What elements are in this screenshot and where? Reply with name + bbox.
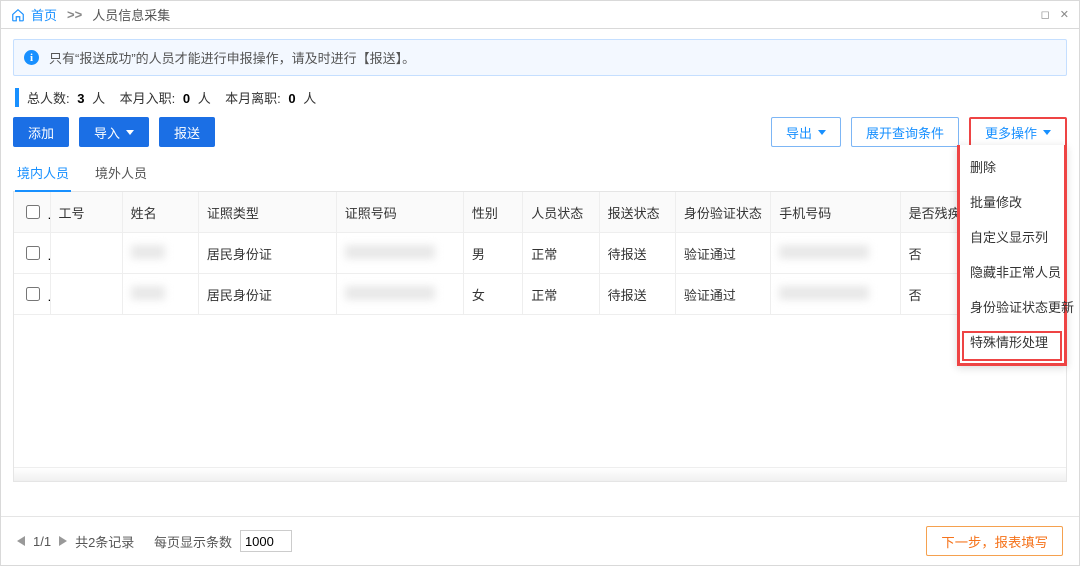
cell-verify: 验证通过 — [675, 233, 770, 274]
menu-custom-columns[interactable]: 自定义显示列 — [960, 219, 1064, 254]
cell-idtype: 居民身份证 — [198, 233, 336, 274]
stats-join-label: 本月入职: — [120, 91, 176, 106]
export-button-label: 导出 — [786, 123, 812, 142]
col-name: 姓名 — [122, 192, 198, 233]
menu-special-case[interactable]: 特殊情形处理 — [960, 324, 1064, 359]
table-row[interactable]: 居民身份证 男 正常 待报送 验证通过 否 否 — [14, 233, 1066, 274]
stats-leave-unit: 人 — [303, 91, 316, 106]
col-status: 人员状态 — [523, 192, 599, 233]
cell-phone — [771, 274, 900, 315]
col-verify: 身份验证状态 — [675, 192, 770, 233]
row-checkbox[interactable] — [26, 287, 40, 301]
info-banner-text: 只有“报送成功”的人员才能进行申报操作，请及时进行【报送】。 — [49, 48, 415, 67]
chevron-down-icon — [818, 130, 826, 135]
stats-total-unit: 人 — [92, 91, 105, 106]
cell-name — [122, 274, 198, 315]
window-min-icon[interactable]: ◻ — [1041, 8, 1050, 21]
col-sex: 性别 — [463, 192, 522, 233]
col-idtype: 证照类型 — [198, 192, 336, 233]
info-icon: i — [24, 50, 39, 65]
tab-foreign[interactable]: 境外人员 — [93, 155, 149, 191]
breadcrumb-home[interactable]: 首页 — [31, 5, 57, 24]
stats-leave-label: 本月离职: — [225, 91, 281, 106]
cell-idno — [336, 274, 463, 315]
page-size-input[interactable] — [240, 530, 292, 552]
people-table: 工号 姓名 证照类型 证照号码 性别 人员状态 报送状态 身份验证状态 手机号码… — [14, 192, 1066, 315]
pager-records: 共2条记录 — [75, 532, 134, 551]
stats-total-value: 3 — [77, 91, 84, 106]
cell-idno — [336, 233, 463, 274]
export-button[interactable]: 导出 — [771, 117, 841, 147]
home-icon — [11, 8, 25, 22]
cell-status: 正常 — [523, 233, 599, 274]
breadcrumb-sep: >> — [67, 7, 82, 22]
cell-send: 待报送 — [599, 233, 675, 274]
breadcrumb-current: 人员信息采集 — [92, 5, 170, 24]
menu-hide-abnormal[interactable]: 隐藏非正常人员 — [960, 254, 1064, 289]
col-phone: 手机号码 — [771, 192, 900, 233]
pager: 1/1 共2条记录 每页显示条数 — [17, 530, 292, 552]
send-button[interactable]: 报送 — [159, 117, 215, 147]
stats-join-unit: 人 — [198, 91, 211, 106]
add-button[interactable]: 添加 — [13, 117, 69, 147]
info-banner: i 只有“报送成功”的人员才能进行申报操作，请及时进行【报送】。 — [13, 39, 1067, 76]
col-send: 报送状态 — [599, 192, 675, 233]
more-actions-label: 更多操作 — [985, 123, 1037, 142]
more-actions-button[interactable]: 更多操作 — [969, 117, 1067, 147]
col-idno: 证照号码 — [336, 192, 463, 233]
chevron-down-icon — [1043, 130, 1051, 135]
row-checkbox[interactable] — [26, 246, 40, 260]
cell-send: 待报送 — [599, 274, 675, 315]
stats-total-label: 总人数: — [27, 91, 70, 106]
cell-empno — [50, 274, 122, 315]
pager-next-icon[interactable] — [59, 536, 67, 546]
breadcrumb-bar: 首页 >> 人员信息采集 ◻ ✕ — [1, 1, 1079, 29]
table-wrap: 工号 姓名 证照类型 证照号码 性别 人员状态 报送状态 身份验证状态 手机号码… — [13, 192, 1067, 482]
checkbox-all[interactable] — [26, 205, 40, 219]
pager-page: 1/1 — [33, 534, 51, 549]
menu-batch-edit[interactable]: 批量修改 — [960, 184, 1064, 219]
stats-line: 总人数: 3 人 本月入职: 0 人 本月离职: 0 人 — [15, 88, 1067, 107]
cell-name — [122, 233, 198, 274]
menu-delete[interactable]: 删除 — [960, 149, 1064, 184]
import-button[interactable]: 导入 — [79, 117, 149, 147]
tabs: 境内人员 境外人员 — [13, 155, 1067, 192]
cell-idtype: 居民身份证 — [198, 274, 336, 315]
cell-empno — [50, 233, 122, 274]
expand-query-button[interactable]: 展开查询条件 — [851, 117, 959, 147]
pager-size-label: 每页显示条数 — [154, 532, 232, 551]
menu-verify-update[interactable]: 身份验证状态更新 — [960, 289, 1064, 324]
horizontal-scrollbar[interactable] — [14, 467, 1066, 481]
import-button-label: 导入 — [94, 123, 120, 142]
more-actions-dropdown: 删除 批量修改 自定义显示列 隐藏非正常人员 身份验证状态更新 特殊情形处理 — [957, 145, 1067, 366]
cell-sex: 女 — [463, 274, 522, 315]
cell-status: 正常 — [523, 274, 599, 315]
cell-verify: 验证通过 — [675, 274, 770, 315]
cell-phone — [771, 233, 900, 274]
next-step-button[interactable]: 下一步，报表填写 — [926, 526, 1063, 556]
stats-join-value: 0 — [183, 91, 190, 106]
window-close-icon[interactable]: ✕ — [1060, 8, 1069, 21]
pager-prev-icon[interactable] — [17, 536, 25, 546]
table-row[interactable]: 居民身份证 女 正常 待报送 验证通过 否 否 — [14, 274, 1066, 315]
bottom-bar: 1/1 共2条记录 每页显示条数 下一步，报表填写 — [1, 516, 1079, 565]
cell-sex: 男 — [463, 233, 522, 274]
chevron-down-icon — [126, 130, 134, 135]
toolbar: 添加 导入 报送 导出 展开查询条件 更多操作 删除 批量修改 — [13, 117, 1067, 147]
col-check — [14, 192, 50, 233]
tab-domestic[interactable]: 境内人员 — [15, 155, 71, 192]
col-empno: 工号 — [50, 192, 122, 233]
stats-leave-value: 0 — [288, 91, 295, 106]
